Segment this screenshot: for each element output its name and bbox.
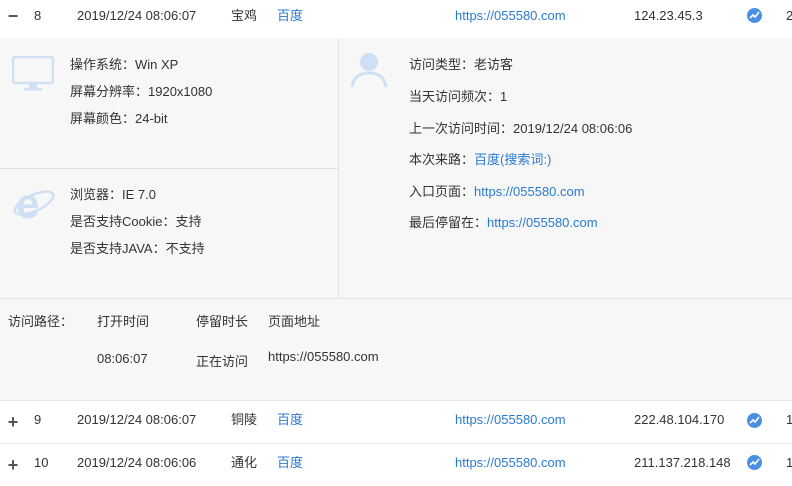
visit-type-info: 访问类型：老访客: [409, 57, 514, 72]
row-extra: 1: [786, 412, 792, 427]
color-depth-info: 屏幕颜色：24-bit: [70, 111, 168, 126]
cookie-info: 是否支持Cookie：支持: [70, 214, 202, 229]
referrer-link[interactable]: 百度(搜索词:): [474, 152, 551, 167]
row-url-link[interactable]: https://055580.com: [455, 401, 566, 441]
trend-icon[interactable]: [747, 8, 762, 23]
monitor-icon: [11, 55, 55, 95]
row-time: 2019/12/24 08:06:07: [77, 8, 197, 23]
expand-toggle[interactable]: +: [6, 444, 20, 484]
table-row[interactable]: − 8 2019/12/24 08:06:07 宝鸡 百度 https://05…: [0, 0, 792, 41]
user-icon: [350, 50, 388, 91]
browser-info: 浏览器：IE 7.0: [70, 187, 156, 202]
row-url-link[interactable]: https://055580.com: [455, 0, 566, 40]
row-index: 9: [34, 412, 42, 427]
path-header-stay-duration: 停留时长: [196, 314, 249, 329]
row-source-link[interactable]: 百度: [277, 0, 303, 40]
row-city: 通化: [231, 455, 258, 470]
row-index: 8: [34, 8, 42, 23]
visitor-detail-panel: 操作系统：Win XP 屏幕分辨率：1920x1080 屏幕颜色：24-bit …: [0, 38, 792, 401]
last-visit-info: 上一次访问时间：2019/12/24 08:06:06: [409, 121, 633, 136]
row-city: 铜陵: [231, 412, 258, 427]
trend-icon[interactable]: [747, 413, 762, 428]
os-info: 操作系统：Win XP: [70, 57, 179, 72]
referrer-info: 本次来路：百度(搜索词:): [409, 152, 552, 167]
row-time: 2019/12/24 08:06:07: [77, 412, 197, 427]
row-extra: 2: [786, 8, 792, 23]
java-info: 是否支持JAVA：不支持: [70, 241, 205, 256]
horizontal-divider-path: [0, 298, 792, 299]
row-time: 2019/12/24 08:06:06: [77, 455, 197, 470]
row-source-link[interactable]: 百度: [277, 401, 303, 441]
row-index: 10: [34, 455, 49, 470]
path-row-page-link[interactable]: https://055580.com: [268, 349, 379, 364]
trend-icon[interactable]: [747, 455, 762, 470]
entry-page-info: 入口页面：https://055580.com: [409, 184, 585, 199]
vertical-divider: [338, 38, 339, 298]
exit-page-info: 最后停留在：https://055580.com: [409, 215, 598, 230]
path-header-page-url: 页面地址: [268, 314, 321, 329]
path-header-open-time: 打开时间: [97, 314, 150, 329]
expand-toggle[interactable]: +: [6, 401, 20, 441]
row-ip: 211.137.218.148: [634, 455, 731, 470]
row-source-link[interactable]: 百度: [277, 444, 303, 484]
resolution-info: 屏幕分辨率：1920x1080: [70, 84, 213, 99]
row-extra: 1: [786, 455, 792, 470]
row-url-link[interactable]: https://055580.com: [455, 444, 566, 484]
path-row-open-time: 08:06:07: [97, 351, 148, 366]
table-row[interactable]: + 10 2019/12/24 08:06:06 通化 百度 https://0…: [0, 444, 792, 482]
exit-page-link[interactable]: https://055580.com: [487, 215, 598, 230]
table-row[interactable]: + 9 2019/12/24 08:06:07 铜陵 百度 https://05…: [0, 401, 792, 444]
row-city: 宝鸡: [231, 8, 258, 23]
entry-page-link[interactable]: https://055580.com: [474, 184, 585, 199]
path-row-stay-duration: 正在访问: [196, 354, 249, 369]
horizontal-divider-left: [0, 168, 338, 169]
visit-path-label: 访问路径：: [8, 314, 74, 329]
row-ip: 124.23.45.3: [634, 8, 703, 23]
visit-frequency-info: 当天访问频次：1: [409, 89, 508, 104]
row-ip: 222.48.104.170: [634, 412, 725, 427]
ie-browser-icon: e: [12, 180, 56, 227]
collapse-toggle[interactable]: −: [6, 0, 20, 40]
